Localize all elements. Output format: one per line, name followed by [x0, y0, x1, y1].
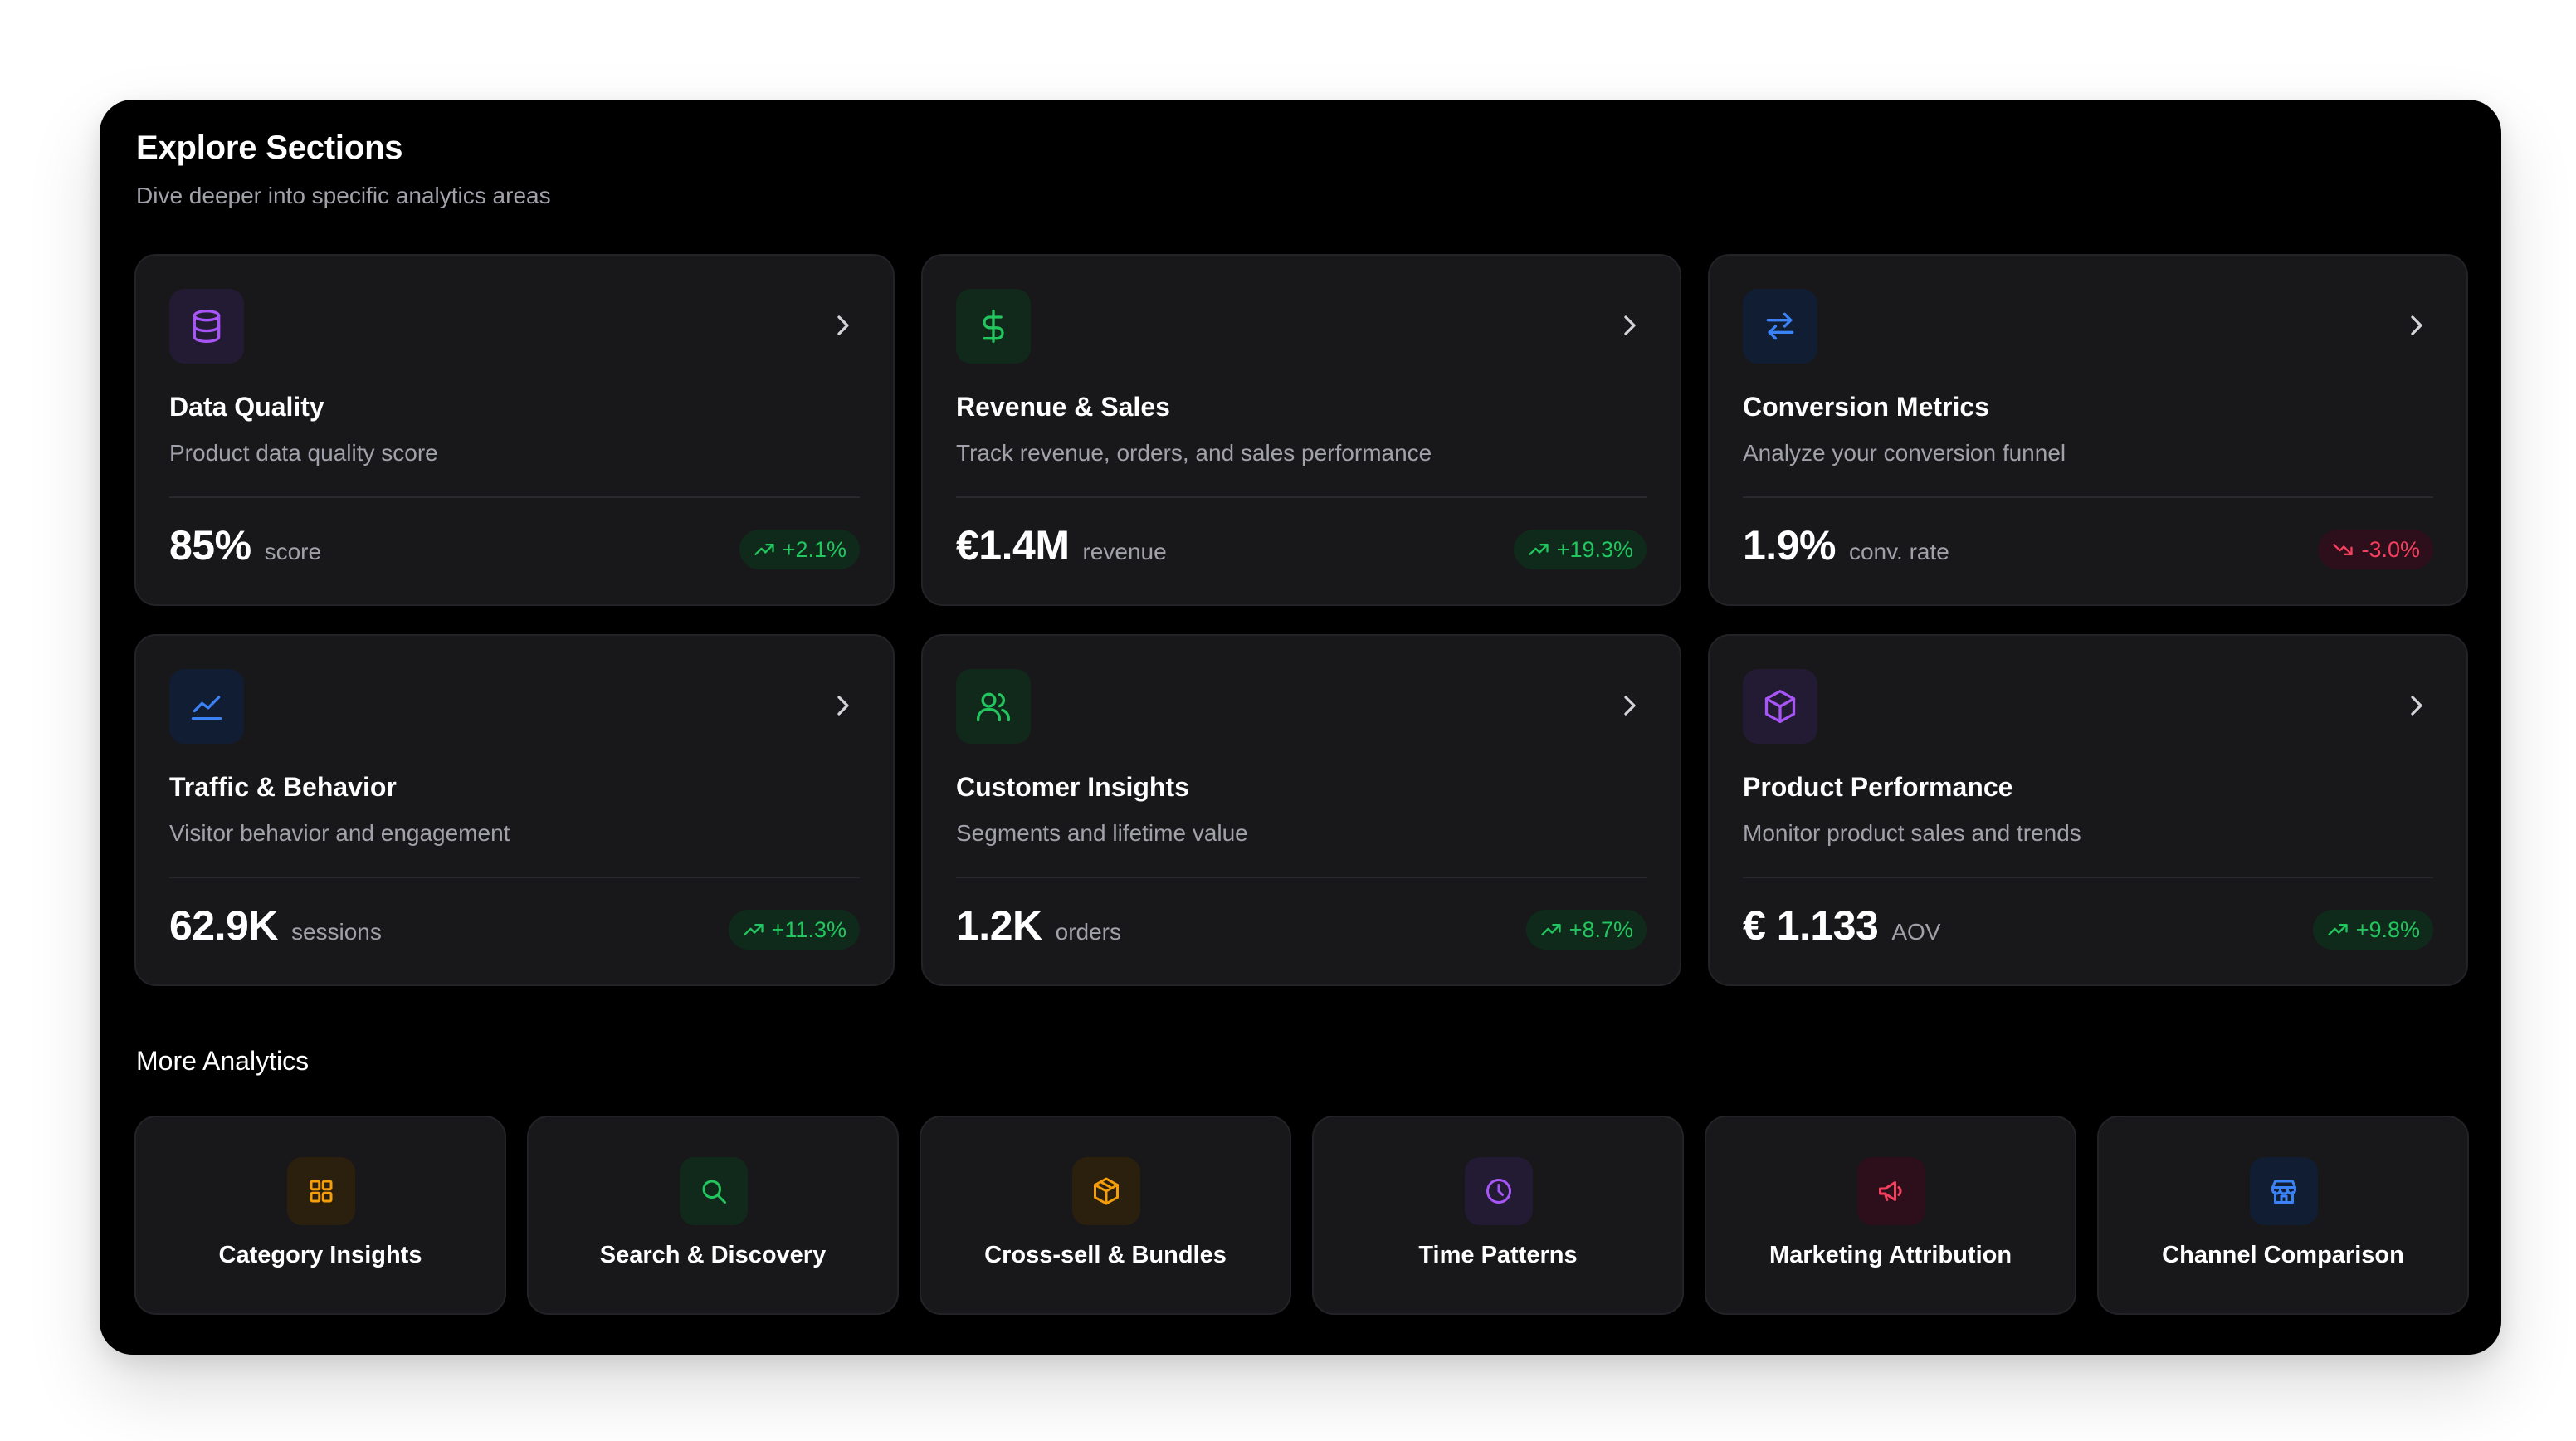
- card-data-quality[interactable]: Data Quality Product data quality score …: [134, 254, 895, 606]
- chevron-right-icon[interactable]: [827, 689, 860, 722]
- metric-value: 1.9%: [1743, 522, 1836, 569]
- tile-marketing-attribution[interactable]: Marketing Attribution: [1705, 1116, 2076, 1315]
- change-badge: +8.7%: [1525, 910, 1647, 950]
- change-badge: +11.3%: [728, 910, 860, 950]
- tile-label: Marketing Attribution: [1769, 1242, 2013, 1268]
- metric-value: 62.9K: [169, 902, 278, 949]
- divider: [1743, 496, 2433, 498]
- card-title: Product Performance: [1743, 772, 2013, 802]
- card-title: Traffic & Behavior: [169, 772, 397, 802]
- tile-channel-comparison[interactable]: Channel Comparison: [2097, 1116, 2469, 1315]
- metric: € 1.133 AOV: [1743, 901, 1940, 950]
- tile-search-discovery[interactable]: Search & Discovery: [527, 1116, 899, 1315]
- change-value: +11.3%: [771, 916, 846, 942]
- trend-up-icon: [2328, 924, 2348, 935]
- trend-up-icon: [1541, 924, 1561, 935]
- tile-label: Category Insights: [218, 1242, 422, 1268]
- metric-unit: AOV: [1891, 919, 1941, 945]
- tile-label: Search & Discovery: [599, 1242, 827, 1268]
- card-revenue-sales[interactable]: Revenue & Sales Track revenue, orders, a…: [921, 254, 1681, 606]
- card-description: Track revenue, orders, and sales perform…: [956, 440, 1432, 466]
- tile-label: Channel Comparison: [2162, 1242, 2404, 1268]
- divider: [956, 877, 1647, 878]
- store-icon: [2250, 1157, 2318, 1225]
- change-badge: +2.1%: [739, 530, 860, 569]
- explore-sections-panel: Explore Sections Dive deeper into specif…: [100, 100, 2501, 1355]
- change-badge: +19.3%: [1513, 530, 1647, 569]
- trend-up-icon: [744, 924, 764, 935]
- more-analytics-title: More Analytics: [136, 1046, 310, 1076]
- box-icon: [1072, 1157, 1140, 1225]
- chevron-right-icon[interactable]: [2400, 309, 2433, 342]
- card-title: Customer Insights: [956, 772, 1189, 802]
- package-icon: [1743, 669, 1817, 744]
- trend-down-icon: [2333, 544, 2354, 555]
- card-customer-insights[interactable]: Customer Insights Segments and lifetime …: [921, 634, 1681, 986]
- metric: €1.4M revenue: [956, 521, 1167, 569]
- divider: [956, 496, 1647, 498]
- change-value: +8.7%: [1569, 916, 1633, 942]
- card-title: Conversion Metrics: [1743, 392, 1989, 422]
- users-icon: [956, 669, 1031, 744]
- metric-value: € 1.133: [1743, 902, 1879, 949]
- metric-value: €1.4M: [956, 522, 1070, 569]
- metric: 62.9K sessions: [169, 901, 382, 950]
- card-title: Revenue & Sales: [956, 392, 1170, 422]
- metric-unit: conv. rate: [1848, 539, 1949, 564]
- metric-value: 85%: [169, 522, 251, 569]
- card-traffic-behavior[interactable]: Traffic & Behavior Visitor behavior and …: [134, 634, 895, 986]
- trend-up-icon: [1529, 544, 1549, 555]
- card-description: Analyze your conversion funnel: [1743, 440, 2066, 466]
- grid-icon: [287, 1157, 355, 1225]
- metric-unit: orders: [1055, 919, 1121, 945]
- search-icon: [680, 1157, 748, 1225]
- change-badge: +9.8%: [2312, 910, 2433, 950]
- chevron-right-icon[interactable]: [1613, 689, 1647, 722]
- chevron-right-icon[interactable]: [2400, 689, 2433, 722]
- trend-up-icon: [754, 544, 774, 555]
- clock-icon: [1465, 1157, 1533, 1225]
- metric: 1.2K orders: [956, 901, 1121, 950]
- metric: 85% score: [169, 521, 321, 569]
- tile-cross-sell-bundles[interactable]: Cross-sell & Bundles: [920, 1116, 1291, 1315]
- section-subtitle: Dive deeper into specific analytics area…: [136, 183, 551, 208]
- metric-unit: sessions: [290, 919, 382, 945]
- section-title: Explore Sections: [136, 129, 403, 166]
- metric-unit: score: [264, 539, 322, 564]
- chevron-right-icon[interactable]: [1613, 309, 1647, 342]
- metric-value: 1.2K: [956, 902, 1042, 949]
- arrows-swap-icon: [1743, 289, 1817, 364]
- change-value: +2.1%: [782, 536, 846, 562]
- change-value: +9.8%: [2355, 916, 2420, 942]
- tile-category-insights[interactable]: Category Insights: [134, 1116, 506, 1315]
- chevron-right-icon[interactable]: [827, 309, 860, 342]
- change-value: +19.3%: [1556, 536, 1633, 562]
- change-value: -3.0%: [2361, 536, 2420, 562]
- divider: [169, 877, 860, 878]
- card-description: Segments and lifetime value: [956, 820, 1248, 846]
- divider: [1743, 877, 2433, 878]
- divider: [169, 496, 860, 498]
- card-product-performance[interactable]: Product Performance Monitor product sale…: [1708, 634, 2468, 986]
- megaphone-icon: [1857, 1157, 1925, 1225]
- change-badge: -3.0%: [2318, 530, 2433, 569]
- card-title: Data Quality: [169, 392, 324, 422]
- database-icon: [169, 289, 244, 364]
- card-description: Product data quality score: [169, 440, 438, 466]
- metric-unit: revenue: [1082, 539, 1167, 564]
- tile-time-patterns[interactable]: Time Patterns: [1312, 1116, 1684, 1315]
- tile-label: Time Patterns: [1418, 1242, 1578, 1268]
- metric: 1.9% conv. rate: [1743, 521, 1949, 569]
- card-conversion-metrics[interactable]: Conversion Metrics Analyze your conversi…: [1708, 254, 2468, 606]
- card-description: Monitor product sales and trends: [1743, 820, 2081, 846]
- line-chart-icon: [169, 669, 244, 744]
- dollar-icon: [956, 289, 1031, 364]
- tile-label: Cross-sell & Bundles: [984, 1242, 1227, 1268]
- card-description: Visitor behavior and engagement: [169, 820, 510, 846]
